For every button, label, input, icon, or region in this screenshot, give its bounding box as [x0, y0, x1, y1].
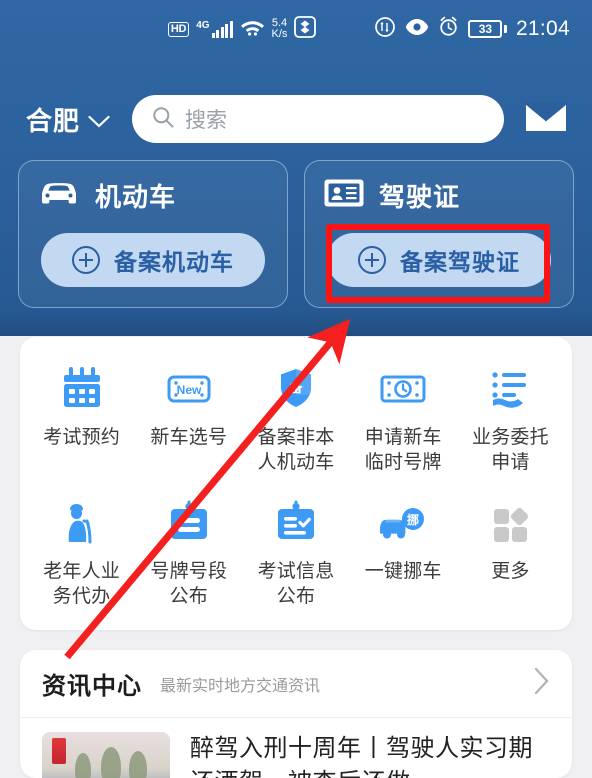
- service-item-one-click-move-car[interactable]: 挪 一键挪车: [350, 489, 457, 609]
- city-selector[interactable]: 合肥: [26, 101, 110, 138]
- service-grid-row-2: 老年人业 务代办 号牌号段 公布 考试信息 公布 挪 一键挪车 更多: [28, 489, 564, 609]
- license-card[interactable]: 驾驶证 备案驾驶证: [304, 160, 574, 308]
- service-label: 申请新车 临时号牌: [364, 427, 442, 473]
- license-card-header: 驾驶证: [323, 177, 555, 214]
- news-center-subtitle: 最新实时地方交通资讯: [160, 677, 321, 695]
- alarm-icon: [438, 16, 459, 42]
- news-thumbnail: [42, 732, 170, 778]
- header-search-row: 合肥 搜索: [0, 88, 592, 150]
- news-center-title: 资讯中心: [42, 673, 142, 700]
- top-cards-row: 机动车 备案机动车 驾驶证 备案驾驶证: [0, 160, 592, 308]
- service-item-plate-range-announcement[interactable]: 号牌号段 公布: [135, 489, 242, 609]
- service-item-new-plate-selection[interactable]: New 新车选号: [135, 355, 242, 475]
- hd-badge-icon: HD: [167, 21, 190, 37]
- news-headline: 醉驾入刑十周年丨驾驶人实习期还酒驾，被查后还做: [190, 735, 533, 778]
- thumbnail-tree: [75, 752, 92, 778]
- license-card-title: 驾驶证: [379, 182, 461, 212]
- status-bar-center-icons: HD 4G 5.4 K/s: [167, 15, 317, 43]
- search-placeholder: 搜索: [185, 109, 228, 132]
- service-item-business-delegation[interactable]: 业务委托 申请: [457, 355, 564, 475]
- mail-icon[interactable]: [524, 100, 568, 139]
- id-card-icon: [323, 177, 365, 214]
- thumbnail-tree: [129, 750, 148, 778]
- network-type-label: 4G: [196, 19, 210, 31]
- battery-icon: 33: [468, 20, 507, 38]
- thumbnail-flag: [52, 738, 67, 765]
- service-grid-card: 考试预约 New 新车选号 备 备案非本 人机动车 申请新车 临时号牌 业务委托…: [20, 337, 572, 630]
- status-bar: HD 4G 5.4 K/s 33 21:04: [0, 0, 592, 58]
- dnd-icon: [374, 16, 396, 43]
- net-speed-indicator: 5.4 K/s: [272, 18, 288, 40]
- search-input[interactable]: 搜索: [132, 95, 504, 143]
- city-label: 合肥: [26, 105, 81, 136]
- calendar-icon: [56, 361, 108, 417]
- eye-care-icon: [405, 18, 429, 41]
- car-icon: [37, 178, 81, 213]
- delegate-icon: [484, 361, 536, 417]
- service-item-exam-info-announcement[interactable]: 考试信息 公布: [242, 489, 349, 609]
- battery-level-label: 33: [468, 20, 503, 38]
- plus-circle-icon: [358, 246, 386, 274]
- chevron-down-icon: [88, 104, 110, 135]
- signal-bars-icon: 4G: [196, 19, 233, 38]
- new-plate-icon: New: [163, 361, 215, 417]
- svg-text:New: New: [176, 383, 201, 397]
- service-label: 一键挪车: [364, 561, 442, 582]
- svg-text:挪: 挪: [407, 512, 419, 527]
- service-label: 老年人业 务代办: [43, 561, 120, 607]
- temp-plate-icon: [377, 361, 429, 417]
- svg-text:备: 备: [288, 380, 303, 395]
- service-label: 号牌号段 公布: [150, 561, 228, 607]
- record-vehicle-label: 备案机动车: [114, 249, 234, 275]
- wifi-icon: [240, 17, 265, 41]
- service-item-record-other-vehicle[interactable]: 备 备案非本 人机动车: [242, 355, 349, 475]
- exam-info-icon: [270, 495, 322, 551]
- service-label: 考试预约: [43, 427, 120, 448]
- chevron-right-icon[interactable]: [534, 667, 550, 700]
- plus-circle-icon: [72, 246, 100, 274]
- shield-record-icon: 备: [270, 361, 322, 417]
- service-grid-row-1: 考试预约 New 新车选号 备 备案非本 人机动车 申请新车 临时号牌 业务委托…: [28, 355, 564, 475]
- status-bar-clock: 21:04: [515, 17, 570, 40]
- search-icon: [152, 106, 174, 133]
- service-item-more[interactable]: 更多: [457, 489, 564, 609]
- more-grid-icon: [484, 495, 536, 551]
- record-license-button[interactable]: 备案驾驶证: [327, 233, 551, 287]
- service-item-temp-plate[interactable]: 申请新车 临时号牌: [350, 355, 457, 475]
- battery-tip: [503, 25, 507, 33]
- move-car-icon: 挪: [375, 495, 431, 551]
- service-item-elderly-agency[interactable]: 老年人业 务代办: [28, 489, 135, 609]
- thumbnail-tree: [100, 746, 121, 778]
- service-item-exam-appointment[interactable]: 考试预约: [28, 355, 135, 475]
- vehicle-card-header: 机动车: [37, 177, 269, 214]
- vehicle-card[interactable]: 机动车 备案机动车: [18, 160, 288, 308]
- net-speed-unit: K/s: [271, 28, 288, 40]
- news-center-header[interactable]: 资讯中心 最新实时地方交通资讯: [20, 650, 572, 718]
- bluetooth-share-icon: [294, 15, 317, 43]
- record-license-label: 备案驾驶证: [400, 249, 520, 275]
- signal-bars-glyph: [211, 20, 233, 38]
- service-label: 备案非本 人机动车: [257, 427, 335, 473]
- news-center-card: 资讯中心 最新实时地方交通资讯 醉驾入刑十周年丨驾驶人实习期还酒驾，被查后还做: [20, 650, 572, 778]
- news-article-row[interactable]: 醉驾入刑十周年丨驾驶人实习期还酒驾，被查后还做: [20, 718, 572, 778]
- service-label: 业务委托 申请: [472, 427, 549, 473]
- elderly-person-icon: [56, 495, 108, 551]
- service-label: 考试信息 公布: [257, 561, 335, 607]
- status-bar-right-icons: 33 21:04: [374, 16, 570, 43]
- service-label: 更多: [491, 561, 530, 582]
- plate-board-icon: [163, 495, 215, 551]
- service-label: 新车选号: [150, 427, 228, 448]
- record-vehicle-button[interactable]: 备案机动车: [41, 233, 265, 287]
- vehicle-card-title: 机动车: [95, 182, 177, 212]
